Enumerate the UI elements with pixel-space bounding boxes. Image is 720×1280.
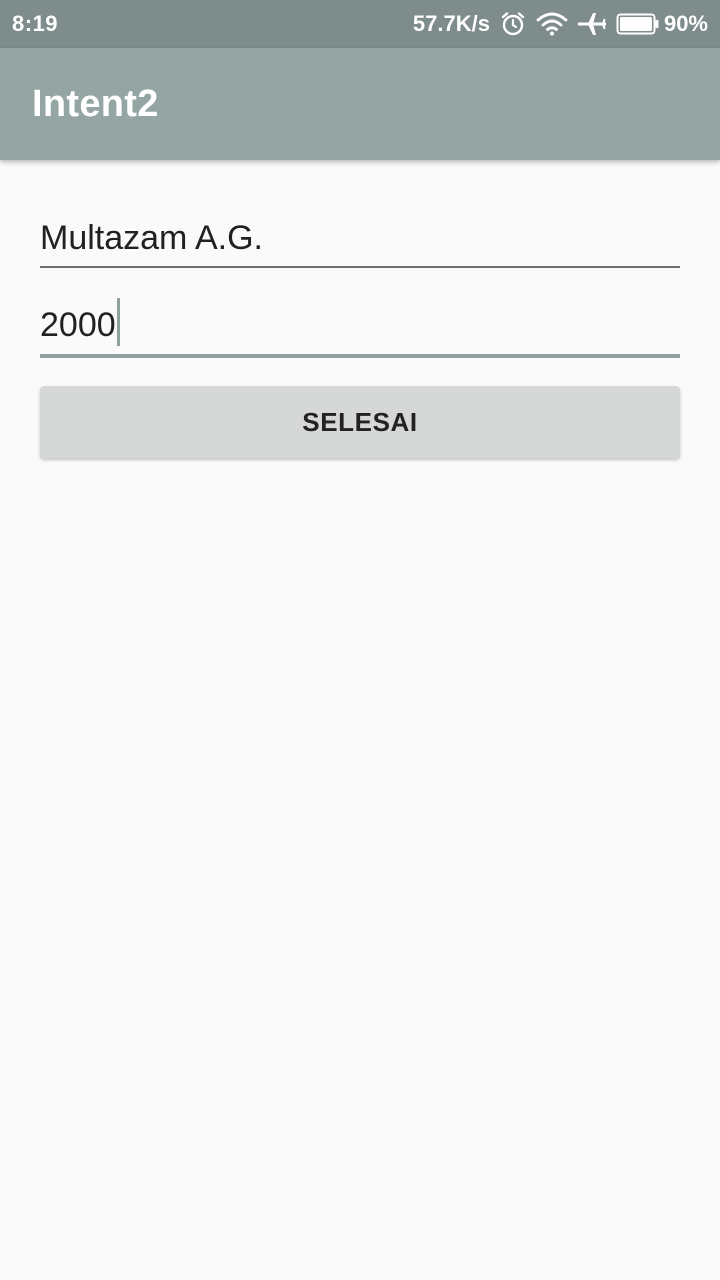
airplane-icon [577, 11, 606, 37]
name-field[interactable]: Multazam A.G. [40, 208, 680, 268]
selesai-button[interactable]: SELESAI [40, 386, 680, 458]
status-bar: 8:19 57.7K/s 90% [0, 0, 720, 48]
alarm-icon [500, 11, 526, 37]
number-field[interactable]: 2000 [40, 298, 680, 358]
status-indicators: 57.7K/s 90% [413, 11, 708, 37]
network-speed: 57.7K/s [412, 11, 490, 36]
number-field-text: 2000 [40, 306, 116, 344]
wifi-icon [536, 12, 568, 36]
battery-icon [616, 13, 660, 35]
battery-indicator: 90% [616, 11, 708, 37]
app-bar: Intent2 [0, 48, 720, 160]
app-title: Intent2 [32, 82, 159, 125]
status-time: 8:19 [12, 11, 59, 36]
name-field-value: Multazam A.G. [40, 219, 263, 257]
battery-percent: 90% [663, 11, 708, 36]
text-cursor [116, 298, 120, 346]
number-field-value: 2000 [40, 298, 120, 346]
form-container: Multazam A.G. 2000 SELESAI [40, 160, 680, 458]
